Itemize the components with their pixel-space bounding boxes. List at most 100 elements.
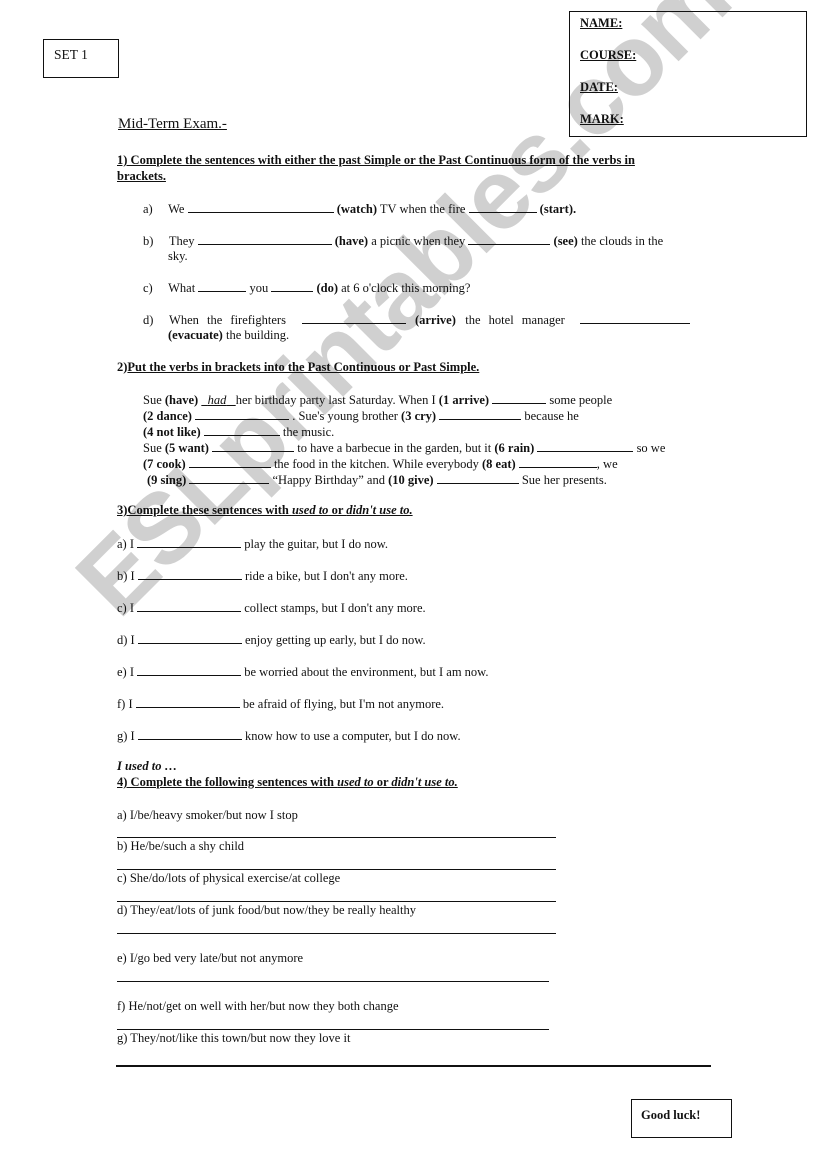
student-info-box: NAME: COURSE: DATE: MARK: [569, 11, 807, 137]
s3-item-g: g) I know how to use a computer, but I d… [117, 728, 461, 744]
s3-item-d: d) I enjoy getting up early, but I do no… [117, 632, 426, 648]
answer-blank[interactable] [436, 472, 519, 484]
text: a picnic when they [371, 234, 466, 248]
text: , we [596, 457, 618, 471]
answer-blank[interactable] [468, 201, 537, 213]
answer-blank[interactable] [137, 568, 242, 580]
s1-item-b-cont: sky. [168, 249, 188, 263]
verb-hint: (4 not like) [143, 425, 201, 439]
set-box: SET 1 [43, 39, 119, 78]
answer-blank[interactable] [135, 696, 240, 708]
verb-hint: (9 sing) [147, 473, 187, 487]
answer-blank[interactable] [188, 456, 271, 468]
marker: e) I [117, 665, 134, 679]
s4-answer-line-f[interactable] [117, 1029, 549, 1030]
s2-line-4: Sue (5 want) to have a barbecue in the g… [143, 440, 665, 456]
marker: g) I [117, 729, 135, 743]
s3-item-f: f) I be afraid of flying, but I'm not an… [117, 696, 444, 712]
s2-line-1: Sue (have) had her birthday party last S… [143, 392, 612, 408]
s2-line-3: (4 not like) the music. [143, 424, 334, 440]
s4-answer-line-d[interactable] [117, 933, 556, 934]
answer-blank[interactable] [203, 424, 280, 436]
marker: c) [143, 281, 153, 295]
marker: a) I [117, 537, 134, 551]
mark-field-label: MARK: [580, 112, 624, 126]
answer-blank[interactable] [187, 201, 334, 213]
text: the clouds in the [580, 234, 664, 248]
s4-item-a: a) I/be/heavy smoker/but now I stop [117, 808, 298, 822]
marker: a) [143, 202, 153, 216]
s1-item-d: d) When the firefighters (arrive) the ho… [143, 312, 691, 328]
answer-blank[interactable] [137, 600, 242, 612]
text: They [168, 234, 195, 248]
text: some people [549, 393, 613, 407]
s2-line-2: (2 dance) . Sue's young brother (3 cry) … [143, 408, 579, 424]
text: to have a barbecue in the garden, but it [297, 441, 492, 455]
example-answer: had [207, 393, 227, 407]
text: When the firefighters [169, 313, 286, 327]
verb-hint: (5 want) [164, 441, 209, 455]
s2-line-5: (7 cook) the food in the kitchen. While … [143, 456, 618, 472]
answer-blank[interactable] [198, 280, 247, 292]
answer-blank[interactable] [492, 392, 547, 404]
text: collect stamps, but I don't any more. [244, 601, 426, 615]
text: the hotel manager [465, 313, 565, 327]
text: TV when the fire [379, 202, 466, 216]
answer-blank[interactable] [137, 536, 242, 548]
verb-hint: (start). [539, 202, 577, 216]
s3-item-a: a) I play the guitar, but I do now. [117, 536, 388, 552]
text: be afraid of flying, but I'm not anymore… [242, 697, 445, 711]
answer-blank[interactable] [301, 312, 406, 324]
answer-blank[interactable] [197, 233, 332, 245]
s1-item-a: a) We (watch) TV when the fire (start). [143, 201, 576, 217]
answer-blank[interactable] [518, 456, 597, 468]
s3-item-e: e) I be worried about the environment, b… [117, 664, 489, 680]
marker: b) I [117, 569, 135, 583]
text: the food in the kitchen. While everybody [273, 457, 479, 471]
answer-blank[interactable] [212, 440, 295, 452]
date-field-label: DATE: [580, 80, 618, 94]
text: you [249, 281, 269, 295]
text: the building. [225, 328, 290, 342]
answer-blank[interactable] [580, 312, 691, 324]
good-luck-box: Good luck! [631, 1099, 732, 1138]
s4-answer-line-e[interactable] [117, 981, 549, 982]
text: “Happy Birthday” and [272, 473, 385, 487]
s4-item-b: b) He/be/such a shy child [117, 839, 245, 853]
s1-item-d-cont: (evacuate) the building. [168, 328, 289, 343]
answer-blank[interactable] [468, 233, 551, 245]
section1-instruction: 1) Complete the sentences with either th… [117, 153, 635, 167]
s1-item-c: c) What you (do) at 6 o'clock this morni… [143, 280, 470, 296]
s4-item-c: c) She/do/lots of physical exercise/at c… [117, 871, 341, 885]
answer-blank[interactable] [195, 408, 290, 420]
s4-answer-line-g[interactable] [116, 1065, 711, 1067]
s4-answer-line-a[interactable] [117, 837, 556, 838]
verb-hint: (8 eat) [482, 457, 516, 471]
marker: d) [143, 313, 154, 327]
marker: b) [143, 234, 154, 248]
text: enjoy getting up early, but I do now. [244, 633, 426, 647]
text: What [168, 281, 196, 295]
answer-blank[interactable] [137, 664, 242, 676]
answer-blank[interactable] [537, 440, 634, 452]
s4-item-d: d) They/eat/lots of junk food/but now/th… [117, 903, 417, 917]
answer-blank[interactable] [189, 472, 270, 484]
s4-answer-line-b[interactable] [117, 869, 556, 870]
answer-blank[interactable] [137, 728, 242, 740]
text: because he [524, 409, 579, 423]
answer-blank[interactable] [439, 408, 522, 420]
s4-answer-line-c[interactable] [117, 901, 556, 902]
instruction-text: Put the verbs in brackets into the Past … [127, 360, 480, 374]
verb-hint: (7 cook) [143, 457, 186, 471]
s2-line-6: (9 sing) “Happy Birthday” and (10 give) … [147, 472, 607, 488]
s4-item-f: f) He/not/get on well with her/but now t… [117, 999, 399, 1013]
verb-hint: (watch) [336, 202, 377, 216]
text: know how to use a computer, but I do now… [244, 729, 461, 743]
good-luck-text: Good luck! [641, 1108, 701, 1122]
text: . Sue's young brother [292, 409, 398, 423]
answer-blank[interactable] [137, 632, 242, 644]
page-title: Mid-Term Exam.- [118, 116, 227, 132]
name-field-label: NAME: [580, 16, 623, 30]
answer-blank[interactable] [271, 280, 314, 292]
text: at 6 o'clock this morning? [341, 281, 471, 295]
